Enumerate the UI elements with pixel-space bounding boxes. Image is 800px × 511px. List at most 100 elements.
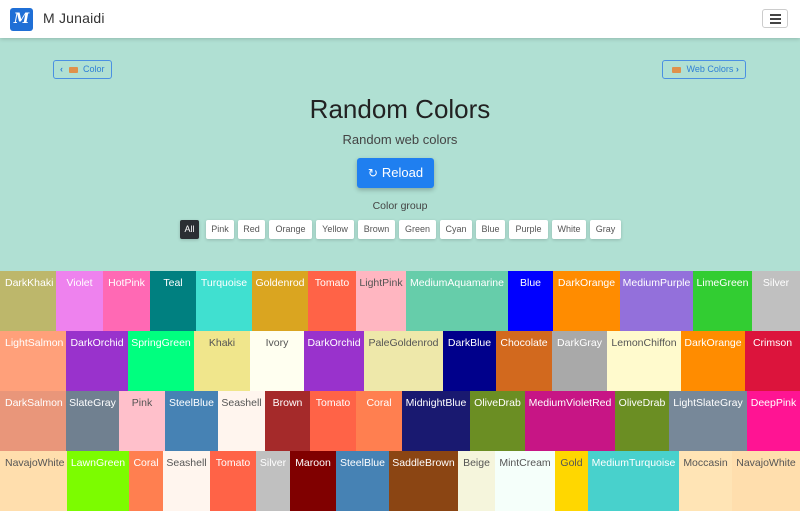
color-name-label: Moccasin xyxy=(683,457,728,469)
color-tile-lawngreen[interactable]: LawnGreen xyxy=(67,451,129,511)
color-tile-olivedrab[interactable]: OliveDrab xyxy=(615,391,669,451)
tag-icon xyxy=(68,66,78,73)
color-tile-pink[interactable]: Pink xyxy=(119,391,165,451)
color-tile-beige[interactable]: Beige xyxy=(458,451,495,511)
color-tile-brown[interactable]: Brown xyxy=(265,391,310,451)
filter-pink[interactable]: Pink xyxy=(206,220,234,239)
color-tile-silver[interactable]: Silver xyxy=(256,451,290,511)
color-name-label: SlateGray xyxy=(69,397,116,409)
color-tile-lightpink[interactable]: LightPink xyxy=(356,271,406,331)
color-name-label: MediumTurquoise xyxy=(591,457,676,469)
color-tile-crimson[interactable]: Crimson xyxy=(745,331,800,391)
color-tile-slategray[interactable]: SlateGray xyxy=(66,391,119,451)
chevron-right-icon: › xyxy=(735,64,739,74)
color-tile-navajowhite[interactable]: NavajoWhite xyxy=(732,451,800,511)
filter-red[interactable]: Red xyxy=(238,220,265,239)
color-tile-moccasin[interactable]: Moccasin xyxy=(679,451,732,511)
color-name-label: DarkOrchid xyxy=(307,337,361,349)
color-tile-silver[interactable]: Silver xyxy=(752,271,800,331)
color-name-label: Crimson xyxy=(752,337,793,349)
filter-brown[interactable]: Brown xyxy=(358,220,395,239)
color-tile-tomato[interactable]: Tomato xyxy=(210,451,256,511)
color-tile-darkkhaki[interactable]: DarkKhaki xyxy=(0,271,56,331)
color-tile-teal[interactable]: Teal xyxy=(150,271,196,331)
navbar: M M Junaidi xyxy=(0,0,800,38)
color-name-label: Gold xyxy=(560,457,583,469)
web-colors-link-label: Web Colors xyxy=(686,64,734,74)
filter-yellow[interactable]: Yellow xyxy=(316,220,354,239)
color-tile-mintcream[interactable]: MintCream xyxy=(495,451,555,511)
color-tile-mediumpurple[interactable]: MediumPurple xyxy=(620,271,693,331)
color-name-label: Khaki xyxy=(208,337,236,349)
color-tile-darkorchid[interactable]: DarkOrchid xyxy=(304,331,364,391)
color-name-label: Seashell xyxy=(221,397,262,409)
color-tile-darkorange[interactable]: DarkOrange xyxy=(681,331,745,391)
hamburger-menu-button[interactable] xyxy=(762,9,788,28)
color-tile-darkblue[interactable]: DarkBlue xyxy=(443,331,496,391)
color-tile-deeppink[interactable]: DeepPink xyxy=(747,391,800,451)
color-tile-goldenrod[interactable]: Goldenrod xyxy=(252,271,308,331)
filter-blue[interactable]: Blue xyxy=(476,220,505,239)
filter-purple[interactable]: Purple xyxy=(509,220,548,239)
color-tile-springgreen[interactable]: SpringGreen xyxy=(128,331,194,391)
color-tile-gold[interactable]: Gold xyxy=(555,451,588,511)
web-colors-link[interactable]: Web Colors › xyxy=(662,60,746,79)
color-tile-limegreen[interactable]: LimeGreen xyxy=(693,271,752,331)
chevron-left-icon: ‹ xyxy=(60,64,63,74)
color-group-filters: All Pink Red Orange Yellow Brown Green Cyan Blue… xyxy=(0,220,800,240)
color-tile-mediumturquoise[interactable]: MediumTurquoise xyxy=(588,451,679,511)
color-name-label: Silver xyxy=(259,457,287,469)
color-tile-olivedrab[interactable]: OliveDrab xyxy=(470,391,525,451)
filter-all[interactable]: All xyxy=(180,220,199,239)
color-name-label: DarkOrchid xyxy=(70,337,124,349)
color-tile-saddlebrown[interactable]: SaddleBrown xyxy=(389,451,458,511)
site-logo[interactable]: M xyxy=(10,8,33,31)
color-tile-lightslategray[interactable]: LightSlateGray xyxy=(669,391,747,451)
color-tile-violet[interactable]: Violet xyxy=(56,271,103,331)
filter-gray[interactable]: Gray xyxy=(590,220,621,239)
brand-name[interactable]: M Junaidi xyxy=(43,10,105,26)
color-tile-khaki[interactable]: Khaki xyxy=(194,331,250,391)
color-tile-darksalmon[interactable]: DarkSalmon xyxy=(0,391,66,451)
color-tile-coral[interactable]: Coral xyxy=(356,391,402,451)
color-tile-midnightblue[interactable]: MidnightBlue xyxy=(402,391,470,451)
color-tile-blue[interactable]: Blue xyxy=(508,271,553,331)
page-subtitle: Random web colors xyxy=(342,132,458,147)
color-name-label: LawnGreen xyxy=(70,457,126,469)
color-tile-lemonchiffon[interactable]: LemonChiffon xyxy=(607,331,681,391)
color-tile-turquoise[interactable]: Turquoise xyxy=(196,271,252,331)
color-tile-darkgray[interactable]: DarkGray xyxy=(552,331,607,391)
color-tile-maroon[interactable]: Maroon xyxy=(290,451,336,511)
filter-green[interactable]: Green xyxy=(399,220,436,239)
color-tile-seashell[interactable]: Seashell xyxy=(218,391,265,451)
color-tile-coral[interactable]: Coral xyxy=(129,451,163,511)
color-tile-mediumvioletred[interactable]: MediumVioletRed xyxy=(525,391,615,451)
color-tile-steelblue[interactable]: SteelBlue xyxy=(165,391,218,451)
color-tile-ivory[interactable]: Ivory xyxy=(250,331,304,391)
color-name-label: Beige xyxy=(463,457,490,469)
color-tile-steelblue[interactable]: SteelBlue xyxy=(336,451,389,511)
color-tile-mediumaquamarine[interactable]: MediumAquamarine xyxy=(406,271,508,331)
color-tile-seashell[interactable]: Seashell xyxy=(163,451,210,511)
color-tile-darkorange[interactable]: DarkOrange xyxy=(553,271,620,331)
color-tile-darkorchid[interactable]: DarkOrchid xyxy=(66,331,128,391)
color-tile-hotpink[interactable]: HotPink xyxy=(103,271,150,331)
hamburger-icon-line xyxy=(770,18,781,20)
color-name-label: MediumPurple xyxy=(622,277,691,289)
color-name-label: NavajoWhite xyxy=(5,457,65,469)
color-tile-chocolate[interactable]: Chocolate xyxy=(496,331,552,391)
reload-button[interactable]: ↻ Reload xyxy=(357,158,434,188)
color-tile-tomato[interactable]: Tomato xyxy=(308,271,356,331)
color-tile-lightsalmon[interactable]: LightSalmon xyxy=(0,331,66,391)
filter-white[interactable]: White xyxy=(552,220,586,239)
color-name-label: Silver xyxy=(762,277,790,289)
filter-cyan[interactable]: Cyan xyxy=(440,220,472,239)
color-name-label: Coral xyxy=(133,457,159,469)
color-tile-navajowhite[interactable]: NavajoWhite xyxy=(0,451,67,511)
previous-link-label: Color xyxy=(83,64,105,74)
previous-color-link[interactable]: ‹ Color xyxy=(53,60,112,79)
color-tile-tomato[interactable]: Tomato xyxy=(310,391,356,451)
color-name-label: DarkOrange xyxy=(684,337,742,349)
filter-orange[interactable]: Orange xyxy=(269,220,312,239)
color-tile-palegoldenrod[interactable]: PaleGoldenrod xyxy=(364,331,443,391)
